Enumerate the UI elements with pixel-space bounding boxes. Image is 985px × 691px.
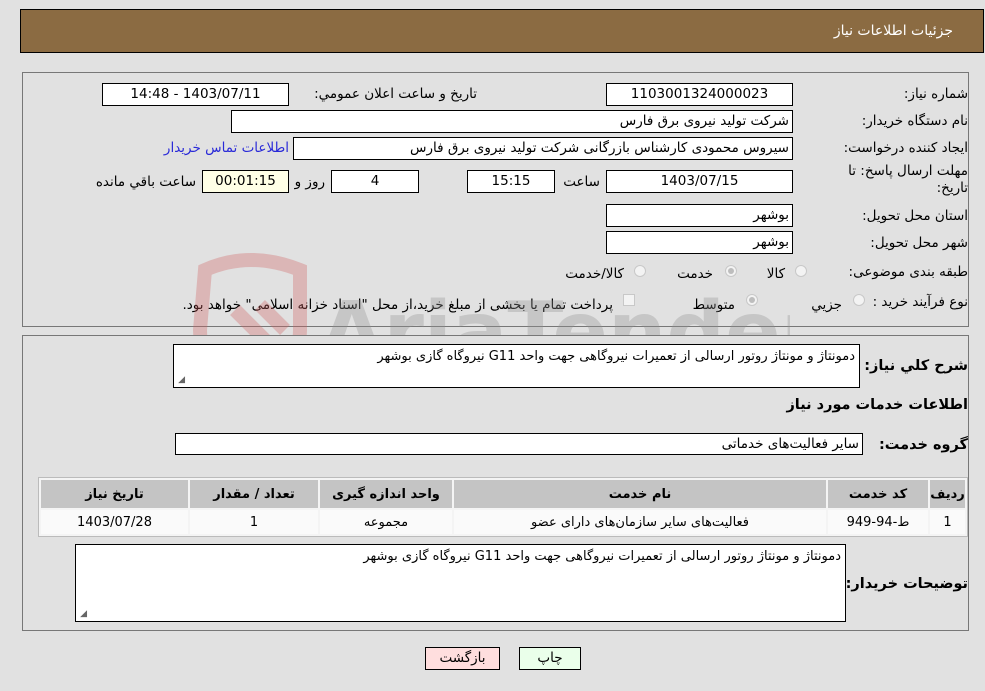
- cell-row-number: 1: [930, 510, 965, 534]
- deadline-date-field: 1403/07/15: [606, 170, 793, 193]
- deadline-time-field: 15:15: [467, 170, 555, 193]
- deadline-label: مهلت ارسال پاسخ: تا تاریخ:: [848, 163, 968, 197]
- table-row: 1 ط-94-949 فعالیت‌های سایر سازمان‌های دا…: [41, 510, 965, 534]
- province-label: استان محل تحویل:: [862, 208, 968, 224]
- buyer-notes-text: دمونتاژ و مونتاژ روتور ارسالی از تعمیرات…: [363, 549, 841, 564]
- category-label: طبقه بندی موضوعی:: [848, 264, 968, 280]
- col-service-name: نام خدمت: [454, 480, 826, 508]
- buyer-notes-label: توضیحات خریدار:: [845, 576, 968, 592]
- service-group-label: گروه خدمت:: [878, 437, 968, 453]
- purchase-type-label: نوع فرآیند خرید :: [872, 294, 968, 310]
- col-quantity: تعداد / مقدار: [190, 480, 318, 508]
- print-button[interactable]: چاپ: [519, 647, 581, 670]
- deadline-time-label: ساعت: [563, 174, 600, 190]
- days-remaining-field: 4: [331, 170, 419, 193]
- buyer-org-field: شرکت تولید نیروی برق فارس: [231, 110, 793, 133]
- buyer-notes-textarea[interactable]: دمونتاژ و مونتاژ روتور ارسالی از تعمیرات…: [75, 544, 846, 622]
- cell-need-date: 1403/07/28: [41, 510, 188, 534]
- city-label: شهر محل تحویل:: [870, 235, 968, 251]
- cell-service-code: ط-94-949: [828, 510, 928, 534]
- purchase-type-minor-radio[interactable]: [853, 294, 865, 306]
- deadline-label-line2: تاریخ:: [936, 180, 968, 196]
- province-field: بوشهر: [606, 204, 793, 227]
- buyer-contact-link[interactable]: اطلاعات تماس خریدار: [164, 140, 289, 156]
- cell-unit: مجموعه: [320, 510, 452, 534]
- treasury-checkbox[interactable]: [623, 294, 635, 306]
- summary-textarea[interactable]: دمونتاژ و مونتاژ روتور ارسالی از تعمیرات…: [173, 344, 860, 388]
- days-label: روز و: [294, 174, 325, 190]
- announce-date-field: 1403/07/11 - 14:48: [102, 83, 289, 106]
- resize-grip-icon[interactable]: ◢: [176, 376, 185, 385]
- remaining-time-field: 00:01:15: [202, 170, 289, 193]
- creator-label: ایجاد کننده درخواست:: [843, 140, 968, 156]
- treasury-note: پرداخت تمام یا بخشی از مبلغ خرید،از محل …: [182, 297, 613, 313]
- remaining-time-label: ساعت باقي مانده: [95, 174, 196, 190]
- cell-quantity: 1: [190, 510, 318, 534]
- purchase-type-minor-label: جزيي: [811, 297, 842, 313]
- page-header: جزئیات اطلاعات نیاز: [20, 9, 984, 53]
- services-table: ردیف کد خدمت نام خدمت واحد اندازه گیری ت…: [38, 477, 968, 537]
- deadline-label-line1: مهلت ارسال پاسخ: تا: [848, 163, 968, 179]
- category-goods-radio[interactable]: [795, 265, 807, 277]
- creator-field: سیروس محمودی کارشناس بازرگانی شرکت تولید…: [293, 137, 793, 160]
- page-title: جزئیات اطلاعات نیاز: [833, 23, 953, 39]
- summary-text: دمونتاژ و مونتاژ روتور ارسالی از تعمیرات…: [377, 349, 855, 364]
- col-unit: واحد اندازه گیری: [320, 480, 452, 508]
- purchase-type-medium-radio[interactable]: [746, 294, 758, 306]
- table-header-row: ردیف کد خدمت نام خدمت واحد اندازه گیری ت…: [41, 480, 965, 508]
- announce-date-label: تاریخ و ساعت اعلان عمومي:: [314, 86, 477, 102]
- buyer-org-label: نام دستگاه خریدار:: [861, 113, 968, 129]
- need-number-field: 1103001324000023: [606, 83, 793, 106]
- back-button[interactable]: بازگشت: [425, 647, 500, 670]
- need-number-label: شماره نیاز:: [903, 86, 968, 102]
- category-goods-service-radio[interactable]: [634, 265, 646, 277]
- service-group-field: سایر فعالیت‌های خدماتی: [175, 433, 863, 455]
- summary-label: شرح کلي نیاز:: [864, 358, 968, 374]
- category-service-label: خدمت: [677, 266, 713, 282]
- cell-service-name: فعالیت‌های سایر سازمان‌های دارای عضو: [454, 510, 826, 534]
- category-goods-service-label: کالا/خدمت: [565, 266, 624, 282]
- purchase-type-medium-label: متوسط: [692, 297, 735, 313]
- category-service-radio[interactable]: [725, 265, 737, 277]
- resize-grip-icon[interactable]: ◢: [78, 610, 87, 619]
- col-row-number: ردیف: [930, 480, 965, 508]
- col-need-date: تاریخ نیاز: [41, 480, 188, 508]
- category-goods-label: کالا: [766, 266, 785, 282]
- services-heading: اطلاعات خدمات مورد نیاز: [786, 397, 968, 413]
- city-field: بوشهر: [606, 231, 793, 254]
- col-service-code: کد خدمت: [828, 480, 928, 508]
